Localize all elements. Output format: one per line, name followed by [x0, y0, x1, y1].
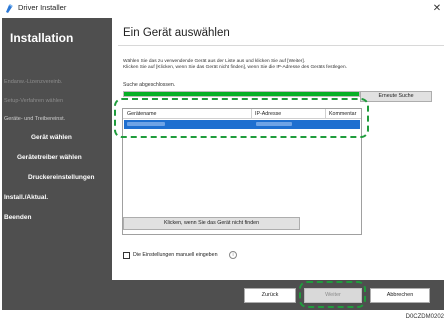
- steps-sidebar: Installation Endanw.-Lizenzvereinb. Setu…: [2, 18, 112, 280]
- manual-settings-checkbox[interactable]: [123, 252, 130, 259]
- step-license-agreement: Endanw.-Lizenzvereinb.: [4, 79, 63, 85]
- step-select-device: Gerät wählen: [31, 134, 72, 141]
- step-setup-method: Setup-Verfahren wählen: [4, 98, 64, 104]
- installer-app-icon: [6, 4, 13, 13]
- research-button[interactable]: Erneute Suche: [360, 91, 432, 102]
- cancel-button[interactable]: Abbrechen: [370, 288, 430, 303]
- progress-fill: [124, 92, 359, 96]
- manual-settings-label[interactable]: Die Einstellungen manuell eingeben: [133, 252, 218, 258]
- instructions: Wählen Sie das zu verwendende Gerät aus …: [123, 59, 438, 72]
- highlight-device-list: [114, 98, 369, 138]
- step-printer-settings: Druckereinstellungen: [28, 174, 95, 181]
- search-status: Suche abgeschlossen.: [123, 82, 176, 88]
- sidebar-heading: Installation: [10, 31, 74, 45]
- step-finish: Beenden: [4, 214, 32, 221]
- step-device-driver-settings: Geräte- und Treibereinst.: [4, 116, 66, 122]
- close-icon[interactable]: ✕: [426, 0, 448, 18]
- search-progress-bar: [123, 91, 360, 97]
- step-select-driver: Gerätetreiber wählen: [17, 154, 82, 161]
- page-title: Ein Gerät auswählen: [123, 27, 230, 39]
- step-install-update: Install./Aktual.: [4, 194, 49, 201]
- instruction-line-2: Klicken Sie auf [Klicken, wenn Sie das G…: [123, 65, 347, 71]
- title-divider: [118, 45, 444, 46]
- window-title: Driver Installer: [18, 3, 67, 12]
- figure-code: D0CZDM0202: [405, 314, 444, 320]
- title-bar: Driver Installer ✕: [0, 0, 448, 18]
- device-not-found-button[interactable]: Klicken, wenn Sie das Gerät nicht finden: [123, 217, 300, 230]
- installer-window: Driver Installer ✕ Installation Endanw.-…: [0, 0, 448, 312]
- back-button[interactable]: Zurück: [244, 288, 296, 303]
- highlight-next-button: [299, 281, 366, 308]
- info-icon[interactable]: i: [229, 251, 237, 259]
